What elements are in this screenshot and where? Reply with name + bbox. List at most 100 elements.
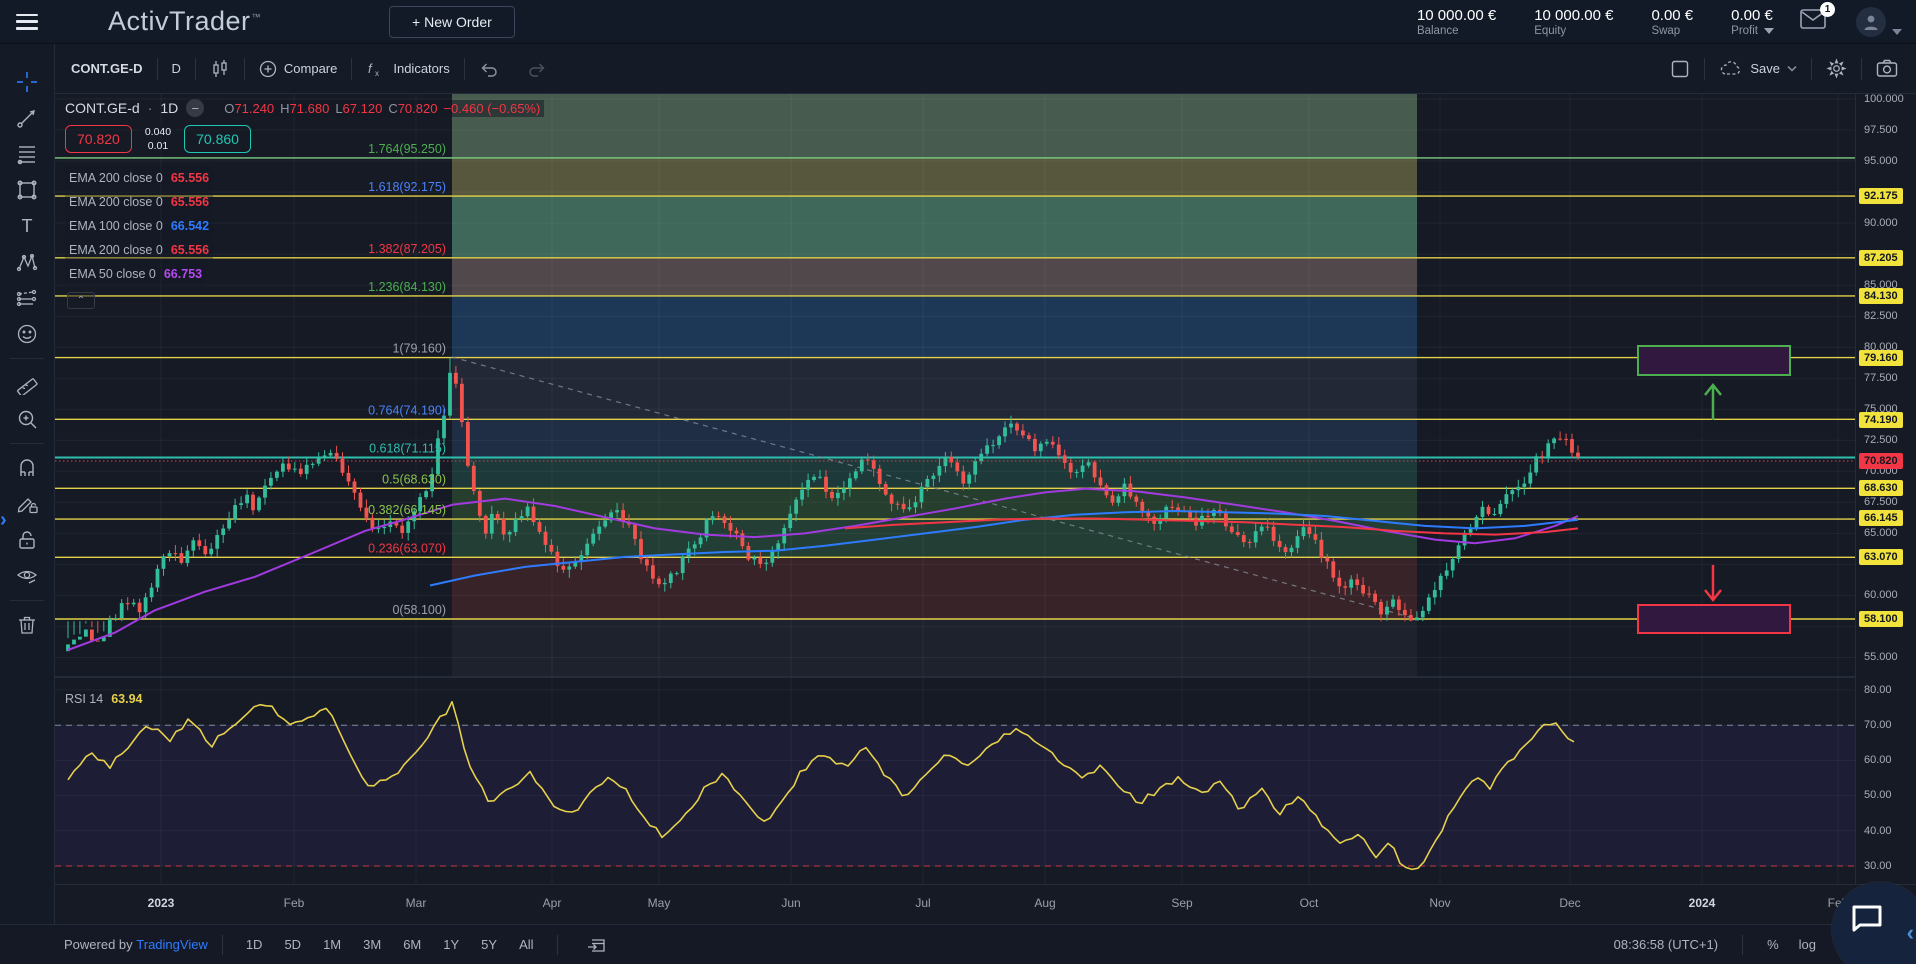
emoji-tool[interactable] (8, 316, 46, 352)
svg-text:1.236(84.130): 1.236(84.130) (368, 280, 446, 294)
magnet-tool[interactable] (8, 450, 46, 486)
cloud-icon (1719, 60, 1743, 78)
ohlc-item: C70.820 (388, 101, 437, 116)
range-5y[interactable]: 5Y (472, 933, 506, 956)
chat-icon (1850, 904, 1884, 934)
camera-icon (1876, 59, 1898, 78)
account-stats: 10 000.00 € Balance 10 000.00 € Equity 0… (1417, 7, 1774, 37)
ema-legend-row[interactable]: EMA 50 close 066.753 (65, 262, 206, 286)
time-axis[interactable]: 2023FebMarAprMayJunJulAugSepOctNovDec202… (55, 884, 1916, 924)
crosshair-tool[interactable] (8, 64, 46, 100)
rsi-tick: 30.00 (1864, 860, 1892, 872)
ema-legend-row[interactable]: EMA 200 close 065.556 (65, 238, 213, 262)
price-tick: 77.500 (1864, 372, 1898, 384)
fib-price-label: 74.190 (1859, 412, 1903, 428)
save-button[interactable]: Save (1705, 54, 1811, 84)
sell-button[interactable]: 70.820 (65, 125, 132, 153)
lock-drawings-tool[interactable] (8, 522, 46, 558)
svg-text:1.618(92.175): 1.618(92.175) (368, 180, 446, 194)
range-6m[interactable]: 6M (394, 933, 430, 956)
chevron-down-icon (1892, 29, 1902, 35)
time-axis-label: May (648, 896, 671, 910)
forecast-tool[interactable] (8, 280, 46, 316)
symbol-button[interactable]: CONT.GE-D (55, 54, 157, 84)
range-1d[interactable]: 1D (237, 933, 272, 956)
compare-button[interactable]: Compare (245, 54, 351, 84)
range-3m[interactable]: 3M (354, 933, 390, 956)
percent-scale-button[interactable]: % (1757, 937, 1789, 952)
chart-area[interactable]: 1.764(95.250)1.618(92.175)1.382(87.205)1… (55, 94, 1916, 884)
redo-button[interactable] (513, 54, 561, 84)
profit-value: 0.00 € (1731, 7, 1774, 24)
range-1y[interactable]: 1Y (434, 933, 468, 956)
chart-legend: CONT.GE-d · 1D − O71.240H71.680L67.120C7… (65, 99, 544, 117)
ema-legend-row[interactable]: EMA 200 close 065.556 (65, 190, 213, 214)
swap-value: 0.00 € (1651, 7, 1693, 24)
time-axis-label: Jul (915, 896, 930, 910)
ema-legend-row[interactable]: EMA 200 close 065.556 (65, 166, 213, 190)
fib-price-label: 79.160 (1859, 350, 1903, 366)
drawing-mode-tool[interactable] (8, 486, 46, 522)
spread: 0.040 0.01 (140, 124, 176, 154)
zoom-in-tool[interactable] (8, 401, 46, 437)
trademark: ™ (252, 12, 262, 22)
log-scale-button[interactable]: log (1789, 937, 1826, 952)
text-tool[interactable]: T (8, 208, 46, 244)
remove-drawings-tool[interactable] (8, 607, 46, 643)
measure-tool[interactable] (8, 365, 46, 401)
rsi-legend[interactable]: RSI 14 63.94 (65, 692, 143, 706)
avatar (1856, 7, 1886, 37)
change-value: −0.460 (−0.65%) (443, 101, 540, 116)
crosshair-icon (15, 70, 39, 94)
ema-legend-row[interactable]: EMA 100 close 066.542 (65, 214, 213, 238)
pattern-tool[interactable] (8, 244, 46, 280)
price-chart-svg[interactable]: 1.764(95.250)1.618(92.175)1.382(87.205)1… (55, 94, 1855, 884)
svg-text:1(79.160): 1(79.160) (392, 342, 446, 356)
settings-button[interactable] (1812, 54, 1861, 84)
hamburger-menu-icon[interactable] (16, 14, 38, 30)
hide-drawings-tool[interactable] (8, 558, 46, 594)
svg-text:0.618(71.115): 0.618(71.115) (369, 442, 446, 456)
notifications-button[interactable]: 1 (1800, 9, 1826, 34)
range-1m[interactable]: 1M (314, 933, 350, 956)
chart-type-button[interactable] (196, 54, 244, 84)
fib-retracement-tool[interactable] (8, 136, 46, 172)
tradingview-link[interactable]: TradingView (136, 937, 208, 952)
fib-price-label: 87.205 (1859, 250, 1903, 266)
range-5d[interactable]: 5D (275, 933, 310, 956)
interval-button[interactable]: D (158, 54, 195, 84)
time-axis-label: Jun (781, 896, 800, 910)
go-to-date-button[interactable] (572, 930, 620, 960)
stat-profit[interactable]: 0.00 € Profit (1731, 7, 1774, 37)
legend-symbol[interactable]: CONT.GE-d (65, 100, 140, 116)
trend-line-tool[interactable] (8, 100, 46, 136)
svg-text:0(58.100): 0(58.100) (392, 603, 446, 617)
layout-button[interactable] (1656, 54, 1704, 84)
price-axis[interactable]: 100.00097.50095.00090.00085.00082.50080.… (1855, 94, 1916, 884)
new-order-button[interactable]: + New Order (389, 6, 515, 38)
chevron-down-icon[interactable] (1764, 28, 1774, 34)
undo-button[interactable] (465, 54, 513, 84)
fib-price-label: 58.100 (1859, 611, 1903, 627)
collapse-symbol-icon[interactable]: − (186, 99, 204, 117)
screenshot-button[interactable] (1862, 54, 1916, 84)
time-axis-label: Aug (1034, 896, 1055, 910)
buy-button[interactable]: 70.860 (184, 125, 251, 153)
account-menu[interactable] (1856, 7, 1902, 37)
expand-watchlist-chevron[interactable]: › (0, 510, 7, 530)
drawing-toolbar: T › (0, 44, 55, 924)
undo-icon (479, 61, 499, 77)
time-axis-label: Apr (543, 896, 562, 910)
ohlc-values: O71.240H71.680L67.120C70.820−0.460 (−0.6… (220, 100, 544, 117)
fx-icon: fx (366, 60, 386, 78)
chart-plot[interactable]: 1.764(95.250)1.618(92.175)1.382(87.205)1… (55, 94, 1855, 884)
indicators-button[interactable]: fx Indicators (352, 54, 463, 84)
collapse-chat-chevron[interactable]: ‹ (1907, 920, 1914, 946)
fib-price-label: 63.070 (1859, 549, 1903, 565)
candles-icon (210, 59, 230, 79)
price-tick: 60.000 (1864, 589, 1898, 601)
collapse-indicators-button[interactable]: ⌃ (67, 292, 95, 309)
shapes-tool[interactable] (8, 172, 46, 208)
range-all[interactable]: All (510, 933, 542, 956)
chevron-down-icon (1787, 65, 1797, 72)
